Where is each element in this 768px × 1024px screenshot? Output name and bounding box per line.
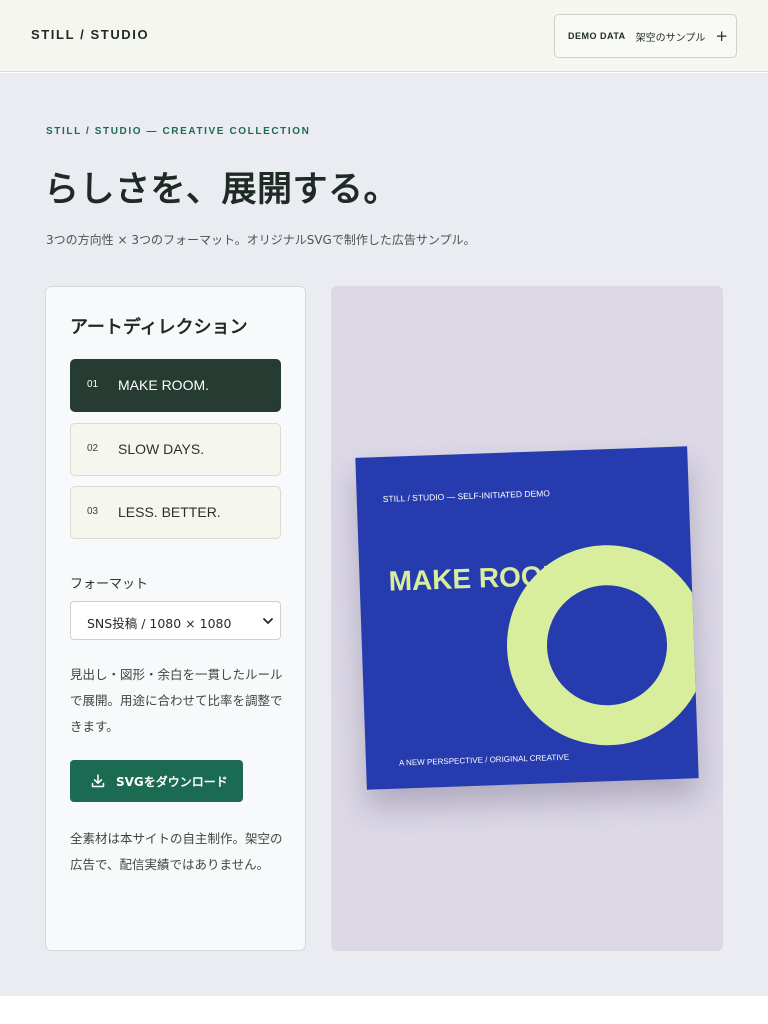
direction-option-slow-days[interactable]: 02 SLOW DAYS. xyxy=(70,423,281,476)
format-select-value: SNS投稿 / 1080 × 1080 xyxy=(87,616,232,631)
demo-text: 架空のサンプル xyxy=(635,32,706,44)
preview-area: STILL / STUDIO — SELF-INITIATED DEMO MAK… xyxy=(331,286,723,951)
direction-option-less-better[interactable]: 03 LESS. BETTER. xyxy=(70,486,281,539)
panel-description: 見出し・図形・余白を一貫したルールで展開。用途に合わせて比率を調整できます。 xyxy=(70,667,283,734)
panel-title: アートディレクション xyxy=(70,317,248,338)
direction-option-make-room[interactable]: 01 MAKE ROOM. xyxy=(70,359,281,412)
download-button-label: SVGをダウンロード xyxy=(116,775,228,789)
direction-number: 02 xyxy=(87,443,99,454)
poster-preview: STILL / STUDIO — SELF-INITIATED DEMO MAK… xyxy=(355,446,699,790)
brand-logo[interactable]: STILL / STUDIO xyxy=(31,27,149,42)
direction-label: LESS. BETTER. xyxy=(118,504,221,520)
direction-label: MAKE ROOM. xyxy=(118,377,210,393)
download-svg-button[interactable]: SVGをダウンロード xyxy=(70,760,243,802)
demo-tag: DEMO DATA xyxy=(568,31,626,41)
site-header: STILL / STUDIO DEMO DATA 架空のサンプル + xyxy=(0,0,768,72)
page-title: らしさを、展開する。 xyxy=(44,170,400,210)
main-section: STILL / STUDIO — CREATIVE COLLECTION らしさ… xyxy=(0,73,768,996)
direction-label: SLOW DAYS. xyxy=(118,441,205,457)
plus-icon: + xyxy=(715,26,728,45)
control-panel: アートディレクション 01 MAKE ROOM. 02 SLOW DAYS. 0… xyxy=(45,286,306,951)
direction-number: 01 xyxy=(87,379,99,390)
eyebrow: STILL / STUDIO — CREATIVE COLLECTION xyxy=(46,126,311,137)
format-select[interactable]: SNS投稿 / 1080 × 1080 xyxy=(70,601,281,640)
poster-top-text: STILL / STUDIO — SELF-INITIATED DEMO xyxy=(382,488,551,504)
direction-number: 03 xyxy=(87,506,99,517)
download-icon xyxy=(91,774,105,788)
format-label: フォーマット xyxy=(70,577,149,592)
poster-bottom-text: A NEW PERSPECTIVE / ORIGINAL CREATIVE xyxy=(398,752,570,768)
demo-data-button[interactable]: DEMO DATA 架空のサンプル + xyxy=(554,14,737,58)
page-subtitle: 3つの方向性 × 3つのフォーマット。オリジナルSVGで制作した広告サンプル。 xyxy=(46,233,476,247)
chevron-down-icon xyxy=(263,618,273,624)
disclaimer-note: 全素材は本サイトの自主制作。架空の広告で、配信実績ではありません。 xyxy=(70,831,283,872)
